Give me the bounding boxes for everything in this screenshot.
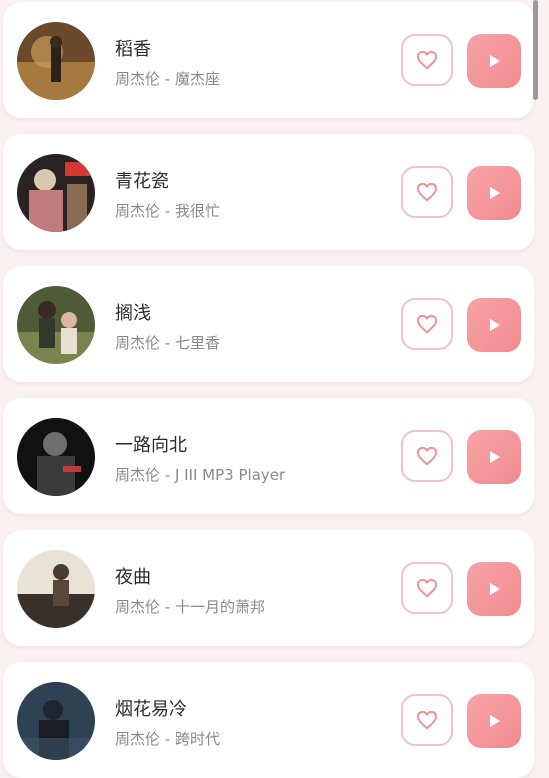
heart-outline-icon	[416, 314, 437, 334]
song-artist-album: 周杰伦 - 跨时代	[115, 730, 220, 748]
play-icon	[490, 319, 500, 331]
heart-outline-icon	[416, 710, 437, 730]
favorite-button[interactable]	[401, 34, 453, 86]
heart-outline-icon	[416, 446, 437, 466]
song-title: 青花瓷	[115, 171, 169, 192]
song-title: 夜曲	[115, 567, 151, 588]
play-button[interactable]	[467, 430, 521, 484]
favorite-button[interactable]	[401, 298, 453, 350]
heart-outline-icon	[416, 50, 437, 70]
heart-outline-icon	[416, 182, 437, 202]
song-title: 稻香	[115, 39, 151, 60]
song-card[interactable]: 烟花易冷 周杰伦 - 跨时代	[3, 662, 534, 778]
play-button[interactable]	[467, 562, 521, 616]
play-button[interactable]	[467, 166, 521, 220]
album-cover	[17, 286, 95, 364]
song-title: 烟花易冷	[115, 699, 187, 720]
play-button[interactable]	[467, 34, 521, 88]
album-cover	[17, 682, 95, 760]
scrollbar[interactable]	[533, 0, 538, 100]
song-artist-album: 周杰伦 - 七里香	[115, 334, 220, 352]
song-artist-album: 周杰伦 - 魔杰座	[115, 70, 220, 88]
play-icon	[490, 55, 500, 67]
album-cover	[17, 22, 95, 100]
play-button[interactable]	[467, 694, 521, 748]
song-card[interactable]: 青花瓷 周杰伦 - 我很忙	[3, 134, 534, 250]
favorite-button[interactable]	[401, 694, 453, 746]
song-artist-album: 周杰伦 - J III MP3 Player	[115, 466, 286, 484]
play-button[interactable]	[467, 298, 521, 352]
play-icon	[490, 187, 500, 199]
album-cover	[17, 418, 95, 496]
play-icon	[490, 715, 500, 727]
song-title: 一路向北	[115, 435, 187, 456]
play-icon	[490, 451, 500, 463]
song-title: 搁浅	[115, 303, 151, 324]
song-card[interactable]: 一路向北 周杰伦 - J III MP3 Player	[3, 398, 534, 514]
favorite-button[interactable]	[401, 562, 453, 614]
song-card[interactable]: 搁浅 周杰伦 - 七里香	[3, 266, 534, 382]
song-card[interactable]: 稻香 周杰伦 - 魔杰座	[3, 2, 534, 118]
song-artist-album: 周杰伦 - 十一月的萧邦	[115, 598, 265, 616]
album-cover	[17, 550, 95, 628]
heart-outline-icon	[416, 578, 437, 598]
favorite-button[interactable]	[401, 430, 453, 482]
song-card[interactable]: 夜曲 周杰伦 - 十一月的萧邦	[3, 530, 534, 646]
song-artist-album: 周杰伦 - 我很忙	[115, 202, 220, 220]
favorite-button[interactable]	[401, 166, 453, 218]
album-cover	[17, 154, 95, 232]
play-icon	[490, 583, 500, 595]
